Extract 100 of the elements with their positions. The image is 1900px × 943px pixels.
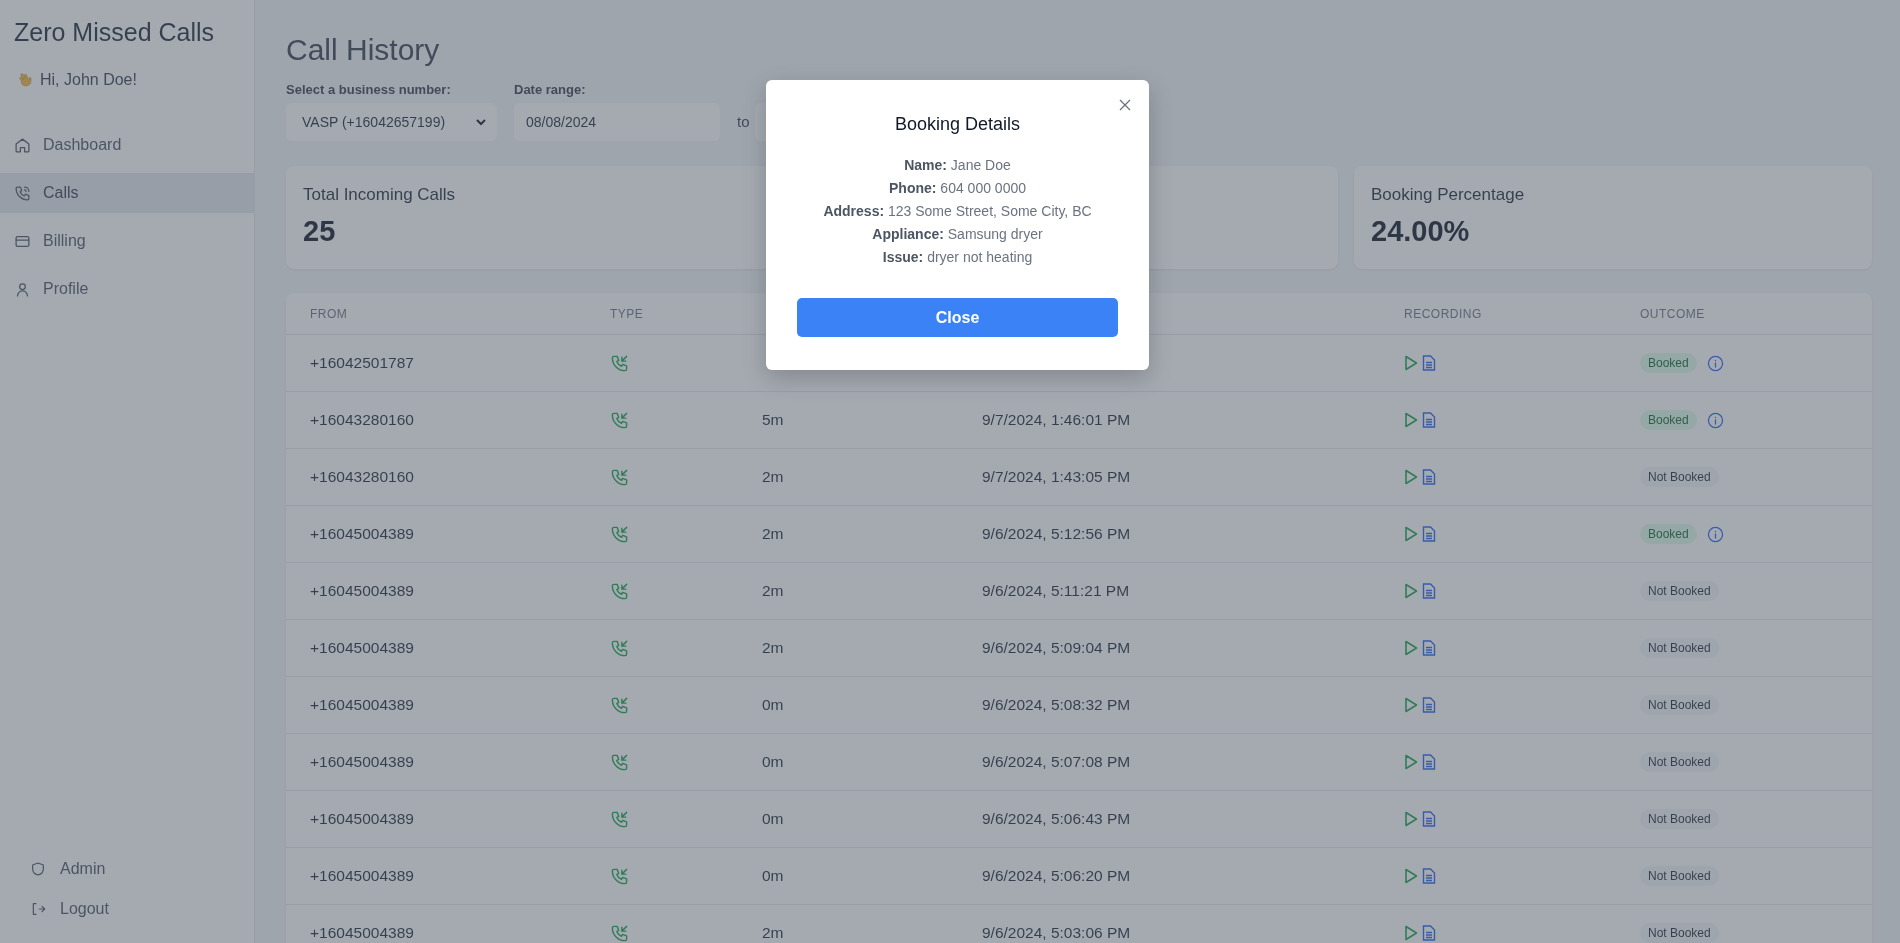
sidebar-item[interactable]: Billing	[0, 221, 254, 261]
document-icon[interactable]	[1422, 811, 1436, 827]
detail-line: Appliance: Samsung dryer	[872, 226, 1043, 242]
incoming-call-icon	[610, 923, 629, 943]
play-icon[interactable]	[1404, 811, 1418, 827]
table-cell: +16045004389	[310, 525, 414, 543]
column-header: TYPE	[610, 306, 644, 321]
close-button[interactable]: Close	[797, 298, 1118, 337]
outcome-badge: Booked	[1640, 524, 1697, 544]
incoming-call-icon	[610, 866, 629, 886]
table-cell: 9/6/2024, 5:09:04 PM	[982, 639, 1131, 657]
play-icon[interactable]	[1404, 583, 1418, 599]
document-icon[interactable]	[1422, 754, 1436, 770]
incoming-call-icon	[610, 410, 629, 430]
table-cell: 9/6/2024, 5:08:32 PM	[982, 696, 1131, 714]
outcome-badge: Not Booked	[1640, 695, 1719, 715]
sidebar-item[interactable]: Calls	[0, 173, 254, 213]
user-icon	[14, 280, 31, 298]
document-icon[interactable]	[1422, 640, 1436, 656]
outcome-badge: Booked	[1640, 410, 1697, 430]
home-icon	[14, 136, 31, 154]
phone-icon	[14, 184, 31, 202]
table-cell: 9/6/2024, 5:06:20 PM	[982, 867, 1131, 885]
table-cell: +16043280160	[310, 411, 414, 429]
document-icon[interactable]	[1422, 868, 1436, 884]
sidebar-item[interactable]: Dashboard	[0, 125, 254, 165]
field-label: Select a business number:	[286, 82, 452, 97]
table-cell: 0m	[762, 753, 784, 771]
detail-line: Address: 123 Some Street, Some City, BC	[823, 203, 1092, 219]
play-icon[interactable]	[1404, 754, 1418, 770]
play-icon[interactable]	[1404, 355, 1418, 371]
table-cell: 2m	[762, 924, 784, 942]
table-cell: 9/7/2024, 1:46:01 PM	[982, 411, 1131, 429]
logout-icon	[30, 901, 46, 917]
play-icon[interactable]	[1404, 640, 1418, 656]
table-cell: 2m	[762, 639, 784, 657]
table-cell: +16045004389	[310, 582, 414, 600]
document-icon[interactable]	[1422, 355, 1436, 371]
table-cell: +16045004389	[310, 696, 414, 714]
table-cell: +16045004389	[310, 639, 414, 657]
sidebar-item[interactable]: Profile	[0, 269, 254, 309]
outcome-badge: Not Booked	[1640, 581, 1719, 601]
incoming-call-icon	[610, 752, 629, 772]
document-icon[interactable]	[1422, 583, 1436, 599]
document-icon[interactable]	[1422, 469, 1436, 485]
info-icon[interactable]	[1706, 411, 1724, 429]
field-label: Date range:	[514, 82, 587, 97]
table-cell: 9/6/2024, 5:06:43 PM	[982, 810, 1131, 828]
table-cell: +16043280160	[310, 468, 414, 486]
chevron-down-icon	[475, 116, 487, 128]
table-cell: 9/7/2024, 1:43:05 PM	[982, 468, 1131, 486]
outcome-badge: Booked	[1640, 353, 1697, 373]
outcome-badge: Not Booked	[1640, 752, 1719, 772]
incoming-call-icon	[610, 467, 629, 487]
table-cell: 9/6/2024, 5:11:21 PM	[982, 582, 1130, 600]
table-cell: 2m	[762, 525, 784, 543]
play-icon[interactable]	[1404, 469, 1418, 485]
table-cell: 9/6/2024, 5:12:56 PM	[982, 525, 1131, 543]
document-icon[interactable]	[1422, 526, 1436, 542]
column-header: FROM	[310, 306, 348, 321]
info-icon[interactable]	[1706, 354, 1724, 372]
table-cell: +16045004389	[310, 867, 414, 885]
table-cell: 2m	[762, 468, 784, 486]
date-field[interactable]: 08/08/2024	[514, 103, 720, 141]
table-cell: 9/6/2024, 5:03:06 PM	[982, 924, 1131, 942]
play-icon[interactable]	[1404, 868, 1418, 884]
outcome-badge: Not Booked	[1640, 809, 1719, 829]
column-header: RECORDING	[1404, 306, 1482, 321]
document-icon[interactable]	[1422, 412, 1436, 428]
incoming-call-icon	[610, 524, 629, 544]
range-separator: to	[737, 112, 750, 132]
dialog-title: Booking Details	[894, 114, 1021, 135]
play-icon[interactable]	[1404, 925, 1418, 941]
table-cell: +16045004389	[310, 924, 414, 942]
table-cell: +16042501787	[310, 354, 414, 372]
play-icon[interactable]	[1404, 412, 1418, 428]
document-icon[interactable]	[1422, 925, 1436, 941]
page-title: Call History	[286, 32, 441, 68]
stat-title: Booking Percentage	[1371, 185, 1526, 205]
incoming-call-icon	[610, 581, 629, 601]
table-cell: 0m	[762, 810, 784, 828]
outcome-badge: Not Booked	[1640, 638, 1719, 658]
outcome-badge: Not Booked	[1640, 866, 1719, 886]
table-cell: 0m	[762, 867, 784, 885]
detail-line: Phone: 604 000 0000	[889, 180, 1026, 196]
incoming-call-icon	[610, 638, 629, 658]
play-icon[interactable]	[1404, 697, 1418, 713]
business-number-select[interactable]: VASP (+16042657199)	[286, 103, 497, 141]
close-icon[interactable]	[1119, 99, 1131, 111]
table-cell: 9/6/2024, 5:07:08 PM	[982, 753, 1131, 771]
info-icon[interactable]	[1706, 525, 1724, 543]
detail-line: Name: Jane Doe	[904, 157, 1011, 173]
sidebar-item[interactable]: Admin	[30, 855, 254, 883]
detail-line: Issue: dryer not heating	[882, 249, 1033, 265]
app-title: Zero Missed Calls	[14, 18, 216, 47]
table-cell: +16045004389	[310, 810, 414, 828]
greeting-text: Hi, John Doe!	[40, 71, 137, 89]
document-icon[interactable]	[1422, 697, 1436, 713]
sidebar-item[interactable]: Logout	[30, 895, 254, 923]
play-icon[interactable]	[1404, 526, 1418, 542]
